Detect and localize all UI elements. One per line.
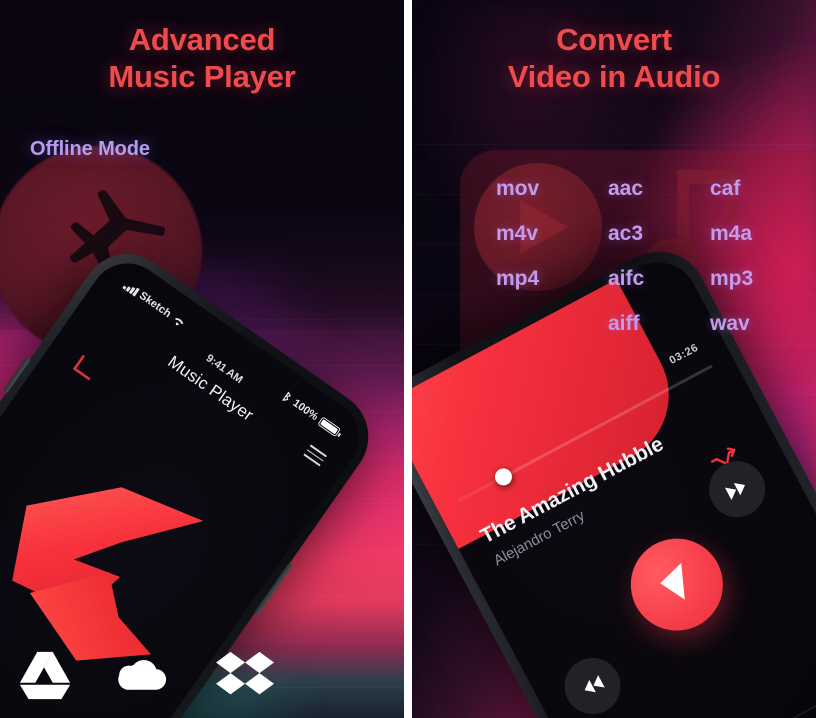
- format-label: m4a: [710, 222, 753, 245]
- play-button[interactable]: [614, 522, 740, 647]
- format-label: m4v: [496, 222, 539, 245]
- headline-line-1: Advanced: [128, 22, 276, 57]
- panel-headline-left: Advanced Music Player: [0, 22, 404, 95]
- previous-track-button[interactable]: [554, 648, 631, 718]
- panel-headline-right: Convert Video in Audio: [412, 22, 816, 95]
- screen-bottom-divider: [623, 674, 816, 718]
- format-label: ac3: [608, 222, 644, 245]
- cloud-services-row: [14, 648, 276, 704]
- screenshot-pair: Sketch 100% 9:41 AM Music Player Advance…: [0, 0, 816, 718]
- offline-mode-label: Offline Mode: [30, 138, 150, 160]
- format-column-3: caf m4a mp3 wav: [710, 178, 753, 358]
- headline-line-1: Convert: [556, 22, 672, 57]
- format-label: mp3: [710, 267, 754, 290]
- headline-line-2: Video in Audio: [507, 58, 721, 94]
- headline-line-2: Music Player: [108, 58, 296, 94]
- format-label: caf: [710, 177, 741, 200]
- chevron-corner-icon[interactable]: [68, 351, 104, 387]
- panel-divider: [404, 0, 412, 718]
- onedrive-icon[interactable]: [114, 648, 176, 704]
- play-icon: [660, 563, 685, 600]
- format-label: aac: [608, 177, 644, 200]
- google-drive-icon[interactable]: [14, 648, 76, 704]
- panel-convert-video-in-audio: 03:26 The Amazing Hubble Alejandro Terry: [412, 0, 816, 718]
- format-column-1: mov m4v mp4: [496, 178, 539, 313]
- format-label: mov: [496, 177, 540, 200]
- format-column-2: aac ac3 aifc aiff: [608, 178, 644, 358]
- format-label: wav: [710, 312, 750, 335]
- format-label: aifc: [608, 267, 645, 290]
- format-label: mp4: [496, 267, 540, 290]
- next-track-icon: [724, 482, 746, 501]
- format-label: aiff: [608, 312, 640, 335]
- dropbox-icon[interactable]: [214, 648, 276, 704]
- previous-track-icon: [584, 675, 605, 693]
- panel-advanced-music-player: Sketch 100% 9:41 AM Music Player Advance…: [0, 0, 404, 718]
- duration-label: 03:26: [667, 341, 701, 367]
